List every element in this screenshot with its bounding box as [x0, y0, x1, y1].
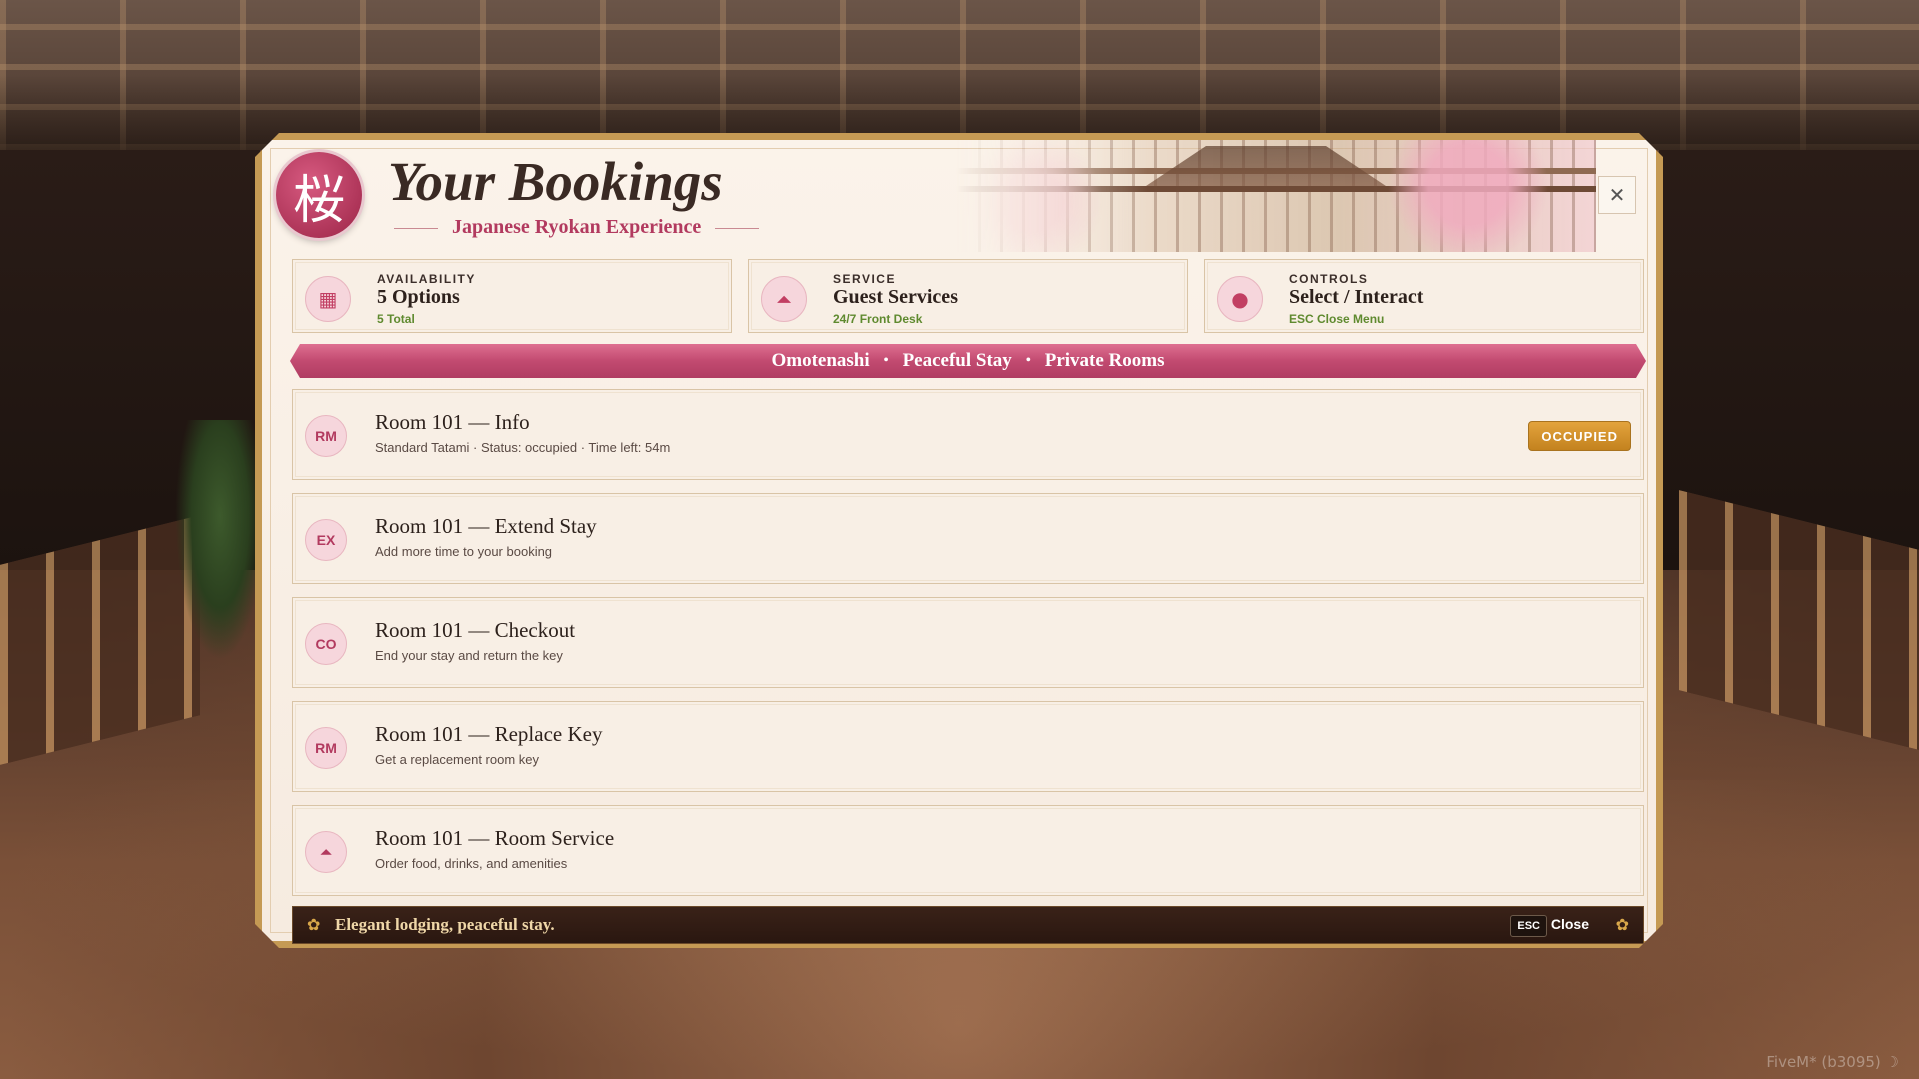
checkout-icon: CO	[305, 623, 347, 665]
card-value: Guest Services	[833, 286, 958, 308]
card-label: CONTROLS	[1289, 272, 1369, 286]
page-title: Your Bookings	[388, 151, 723, 212]
card-value: Select / Interact	[1289, 286, 1424, 308]
banner-item: Private Rooms	[1044, 350, 1165, 371]
option-title: Room 101 — Info	[375, 410, 530, 434]
option-extend-stay[interactable]: EX Room 101 — Extend Stay Add more time …	[292, 493, 1644, 584]
close-button[interactable]: ✕	[1598, 176, 1636, 214]
service-card: ⏶ SERVICE Guest Services 24/7 Front Desk	[748, 259, 1188, 333]
option-checkout[interactable]: CO Room 101 — Checkout End your stay and…	[292, 597, 1644, 688]
footer-tagline: Elegant lodging, peaceful stay.	[335, 915, 555, 934]
mouse-icon: ●	[1217, 276, 1263, 322]
option-description: Get a replacement room key	[375, 752, 540, 767]
fivem-watermark: FiveM* (b3095) ☽	[1766, 1053, 1899, 1071]
feature-banner: Omotenashi • Peaceful Stay • Private Roo…	[290, 344, 1646, 378]
option-title: Room 101 — Checkout	[375, 618, 576, 642]
option-room-info[interactable]: RM Room 101 — Info Standard Tatami · Sta…	[292, 389, 1644, 480]
esc-key-hint: ESC	[1510, 915, 1547, 937]
info-cards: ▦ AVAILABILITY 5 Options 5 Total ⏶ SERVI…	[292, 259, 1644, 333]
option-replace-key[interactable]: RM Room 101 — Replace Key Get a replacem…	[292, 701, 1644, 792]
page-subtitle: Japanese Ryokan Experience	[452, 216, 702, 238]
option-description: Standard Tatami · Status: occupied · Tim…	[375, 440, 671, 455]
option-description: Order food, drinks, and amenities	[375, 856, 568, 871]
extend-icon: EX	[305, 519, 347, 561]
panel-footer: ✿ Elegant lodging, peaceful stay. ESC Cl…	[292, 906, 1644, 944]
availability-card: ▦ AVAILABILITY 5 Options 5 Total	[292, 259, 732, 333]
card-label: AVAILABILITY	[377, 272, 476, 286]
booking-options-list: RM Room 101 — Info Standard Tatami · Sta…	[292, 389, 1644, 909]
card-value: 5 Options	[377, 286, 460, 308]
controls-card: ● CONTROLS Select / Interact ESC Close M…	[1204, 259, 1644, 333]
key-icon: RM	[305, 727, 347, 769]
status-badge: OCCUPIED	[1528, 421, 1631, 451]
panel-header: 桜 Your Bookings Japanese Ryokan Experien…	[262, 140, 1656, 252]
banner-separator: •	[1025, 353, 1031, 368]
service-bell-icon: ⏶	[305, 831, 347, 873]
card-sub: 5 Total	[377, 312, 415, 326]
option-description: Add more time to your booking	[375, 544, 553, 559]
option-title: Room 101 — Extend Stay	[375, 514, 597, 538]
option-description: End your stay and return the key	[375, 648, 563, 663]
option-title: Room 101 — Replace Key	[375, 722, 603, 746]
room-icon: RM	[305, 415, 347, 457]
banner-item: Peaceful Stay	[902, 350, 1012, 371]
card-sub: 24/7 Front Desk	[833, 312, 923, 326]
bookings-panel: 桜 Your Bookings Japanese Ryokan Experien…	[255, 133, 1663, 948]
option-room-service[interactable]: ⏶ Room 101 — Room Service Order food, dr…	[292, 805, 1644, 896]
close-icon: ✕	[1608, 183, 1626, 207]
banner-separator: •	[883, 353, 889, 368]
potted-plant	[175, 420, 265, 660]
option-title: Room 101 — Room Service	[375, 826, 615, 850]
card-sub: ESC Close Menu	[1289, 312, 1385, 326]
sakura-seal-logo: 桜	[276, 152, 362, 238]
service-bell-icon: ⏶	[761, 276, 807, 322]
calendar-icon: ▦	[305, 276, 351, 322]
ryokan-header-art	[956, 140, 1596, 252]
flower-icon: ✿	[307, 915, 321, 934]
flower-icon: ✿	[1615, 915, 1629, 934]
ceiling-lattice	[0, 0, 1919, 150]
card-label: SERVICE	[833, 272, 896, 286]
banner-item: Omotenashi	[771, 350, 870, 371]
close-hint-label[interactable]: Close	[1551, 916, 1589, 932]
